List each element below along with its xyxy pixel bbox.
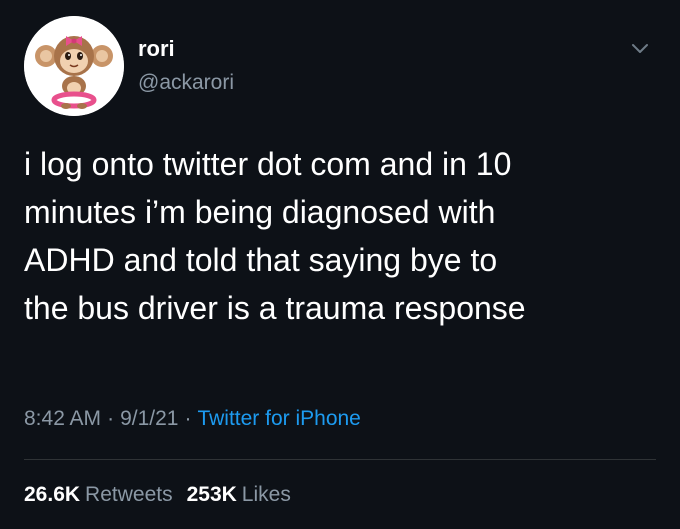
retweets-label: Retweets: [85, 483, 173, 506]
tweet-card: rori @ackarori i log onto twitter dot co…: [0, 0, 680, 529]
tweet-time[interactable]: 8:42 AM: [24, 407, 101, 430]
chevron-down-icon[interactable]: [628, 36, 652, 60]
retweets-count: 26.6K: [24, 483, 81, 506]
separator: ·: [107, 407, 115, 430]
monkey-avatar-icon: [24, 16, 124, 116]
likes-label: Likes: [241, 483, 291, 506]
tweet-metadata: 8:42 AM · 9/1/21 · Twitter for iPhone: [24, 404, 361, 434]
display-name[interactable]: rori: [138, 36, 175, 62]
separator: ·: [184, 407, 192, 430]
avatar[interactable]: [24, 16, 124, 116]
tweet-text: i log onto twitter dot com and in 10 min…: [24, 146, 526, 326]
likes-count: 253K: [186, 483, 237, 506]
tweet-stats: 26.6K Retweets 253K Likes: [24, 480, 291, 510]
user-handle[interactable]: @ackarori: [138, 70, 234, 96]
tweet-source-link[interactable]: Twitter for iPhone: [197, 407, 360, 430]
likes-stat[interactable]: 253K Likes: [187, 483, 291, 506]
tweet-date[interactable]: 9/1/21: [120, 407, 178, 430]
divider: [24, 459, 656, 460]
retweets-stat[interactable]: 26.6K Retweets: [24, 483, 173, 506]
